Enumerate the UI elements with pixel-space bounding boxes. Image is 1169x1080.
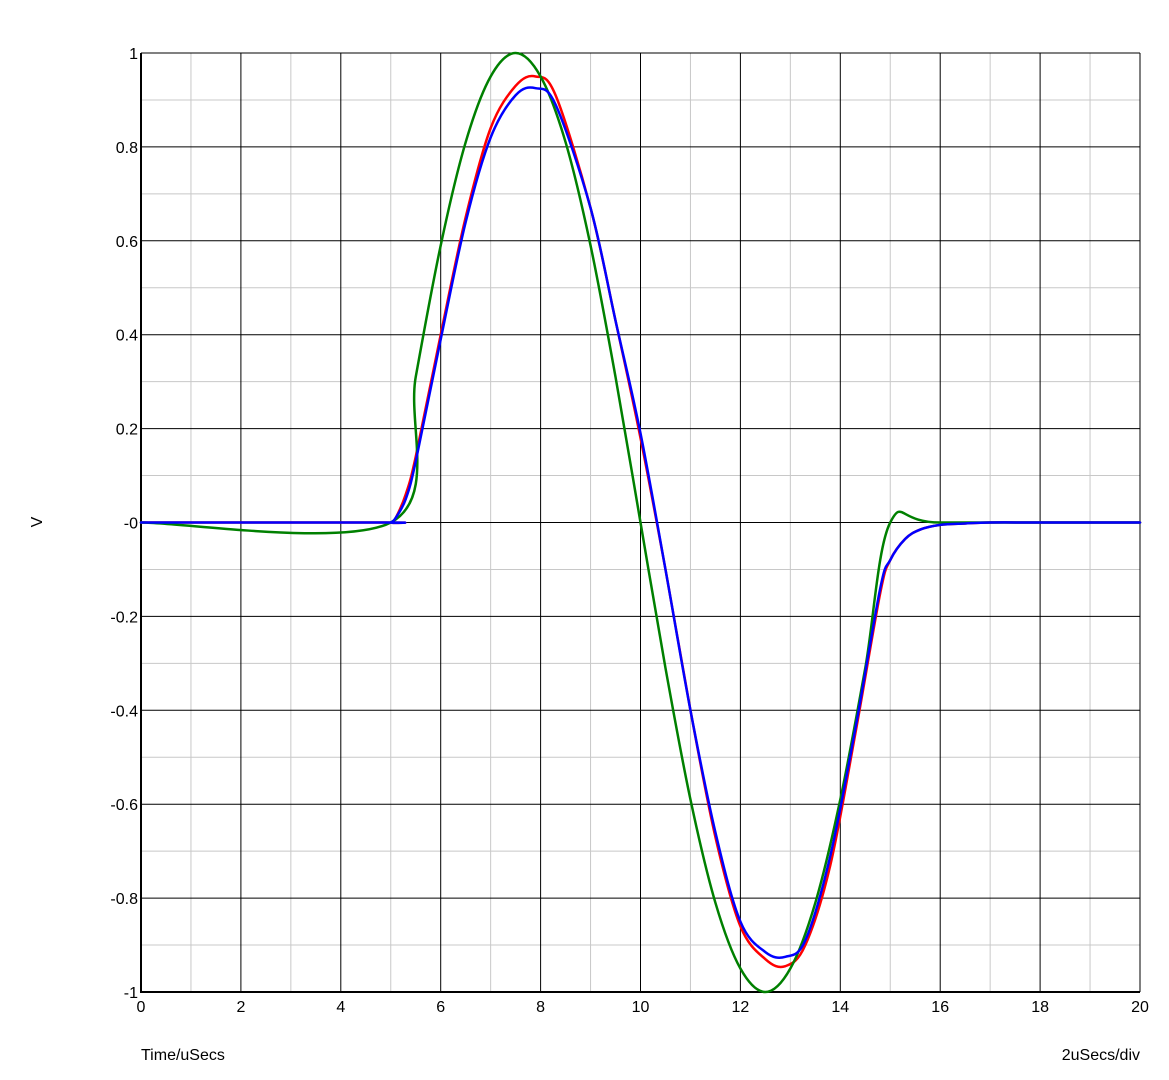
x-tick-label: 20 xyxy=(1131,999,1149,1016)
scale-label: 2uSecs/div xyxy=(1062,1047,1140,1064)
x-tick-label: 12 xyxy=(732,999,750,1016)
x-tick-label: 2 xyxy=(236,999,245,1016)
x-tick-label: 4 xyxy=(336,999,345,1016)
y-tick-label: -0.8 xyxy=(110,891,138,908)
y-tick-label: 0.8 xyxy=(116,140,138,157)
x-tick-label: 18 xyxy=(1031,999,1049,1016)
x-tick-label: 6 xyxy=(436,999,445,1016)
y-tick-label: -0.6 xyxy=(110,797,138,814)
x-tick-label: 16 xyxy=(931,999,949,1016)
y-tick-label: 0.2 xyxy=(116,422,138,439)
y-tick-label: 0.6 xyxy=(116,234,138,251)
y-tick-label: -0 xyxy=(124,516,138,533)
x-tick-label: 10 xyxy=(632,999,650,1016)
y-axis-label: V xyxy=(29,516,46,527)
plot-background xyxy=(0,0,1169,1080)
x-tick-label: 14 xyxy=(831,999,849,1016)
y-tick-label: -0.4 xyxy=(110,703,138,720)
y-tick-label: 0.4 xyxy=(116,328,138,345)
chart: 0 2 4 6 8 10 12 14 16 18 20 10.80.60.40.2-0-0.2-0.… xyxy=(0,0,1169,1080)
x-axis-label: Time/uSecs xyxy=(141,1047,225,1064)
x-tick-label: 8 xyxy=(536,999,545,1016)
y-tick-label: 1 xyxy=(129,46,138,63)
y-tick-label: -0.2 xyxy=(110,609,138,626)
y-tick-label: -1 xyxy=(124,985,138,1002)
